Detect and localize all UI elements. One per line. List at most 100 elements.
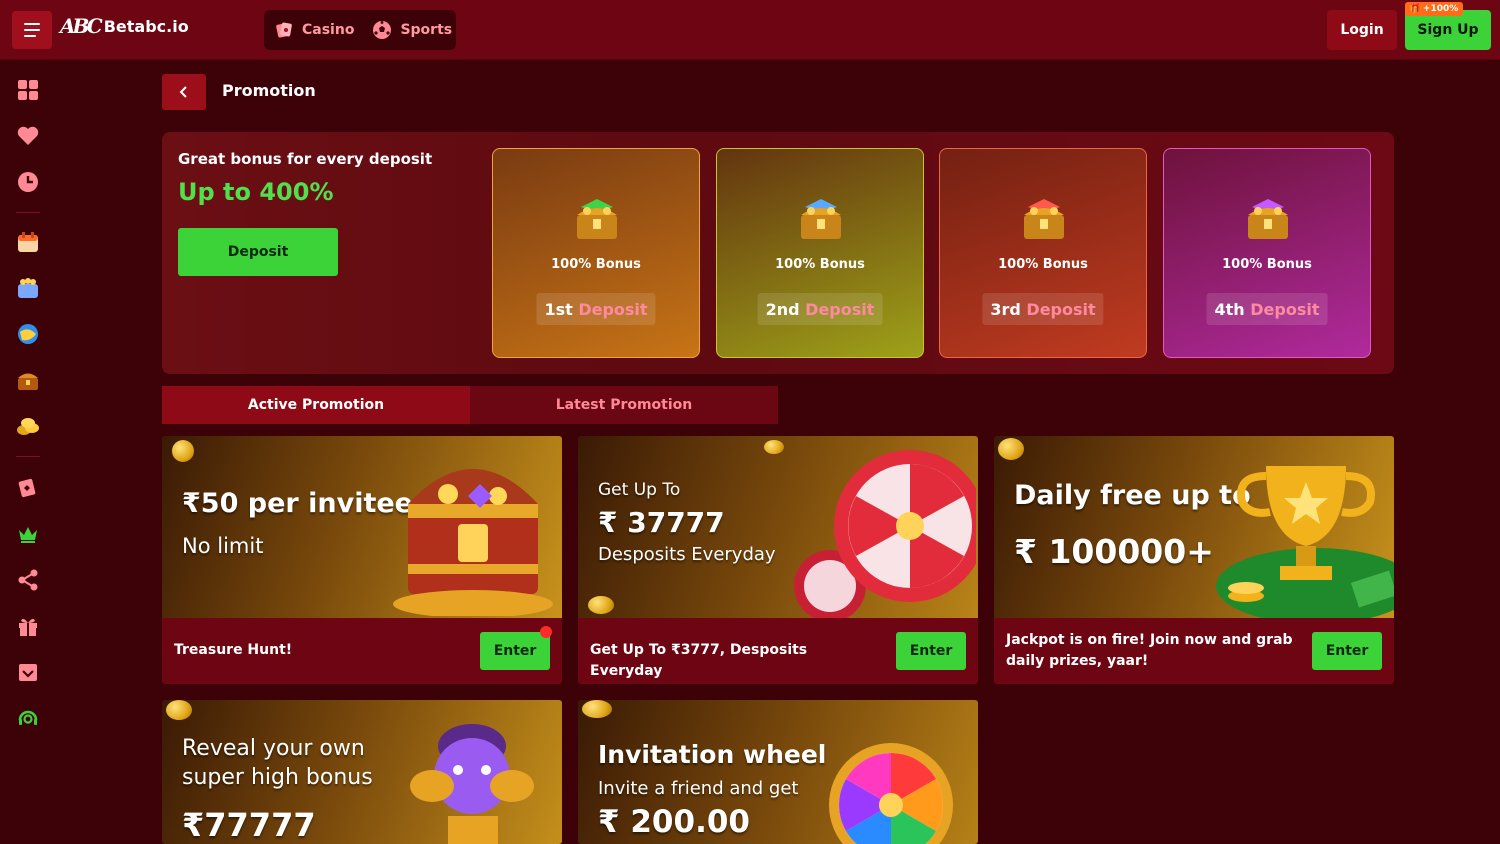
support-icon[interactable]	[16, 706, 40, 730]
treasure-chest-icon	[1248, 199, 1288, 239]
promo-banner-amount: ₹ 37777	[598, 506, 725, 539]
deposit-card-3[interactable]: 100% Bonus 3rd Deposit	[939, 148, 1147, 358]
treasure-chest-icon	[577, 199, 617, 239]
nav-sports-label: Sports	[400, 22, 453, 38]
promo-title: Get Up To ₹3777, Desposits Everyday	[590, 642, 808, 679]
deposit-word: Deposit	[1250, 299, 1320, 319]
deposit-card-label: 1st Deposit	[536, 293, 656, 325]
tab-active-promotion[interactable]: Active Promotion	[162, 386, 470, 424]
tournament-icon[interactable]	[16, 276, 40, 300]
page-title: Promotion	[222, 81, 316, 100]
inbox-icon[interactable]	[16, 660, 40, 684]
promo-banner-subline: No limit	[182, 534, 264, 558]
promo-banner-subline: Desposits Everyday	[598, 544, 776, 565]
trophy-icon	[1216, 466, 1394, 618]
deposit-card-1[interactable]: 100% Bonus 1st Deposit	[492, 148, 700, 358]
promo-title: Jackpot is on fire! Join now and grab da…	[1006, 632, 1293, 669]
deposit-card-bonus: 100% Bonus	[775, 257, 865, 272]
promo-banner[interactable]: Get Up To ₹ 37777 Desposits Everyday	[578, 436, 978, 618]
promo-card-invitation-wheel: Invitation wheel Invite a friend and get…	[578, 700, 978, 844]
coin	[172, 440, 194, 462]
enter-button[interactable]: Enter	[480, 632, 550, 670]
tab-latest-promotion[interactable]: Latest Promotion	[470, 386, 778, 424]
treasure-chest-icon	[1024, 199, 1064, 239]
crown-icon[interactable]	[16, 522, 40, 546]
deposit-ordinal: 1st	[544, 299, 573, 319]
back-button[interactable]	[162, 74, 206, 110]
promo-card-treasure-hunt: ₹50 per invitee No limit Treasure Hunt! …	[162, 436, 562, 684]
treasure-chest-icon[interactable]	[16, 368, 40, 392]
deposit-word: Deposit	[805, 299, 875, 319]
sidebar	[0, 60, 56, 844]
notification-dot	[540, 626, 552, 638]
signup-button[interactable]: Sign Up	[1405, 10, 1491, 50]
promo-banner-headline: Get Up To	[598, 480, 681, 500]
promo-banner-headline: ₹50 per invitee	[182, 488, 413, 519]
promo-banner[interactable]: Daily free up to ₹ 100000+	[994, 436, 1394, 618]
promo-title: Treasure Hunt!	[174, 642, 293, 658]
logo-mark: ABC	[60, 14, 103, 38]
calendar-promo-icon[interactable]	[16, 230, 40, 254]
treasure-chest-icon	[393, 469, 553, 616]
deposit-card-bonus: 100% Bonus	[998, 257, 1088, 272]
promo-banner[interactable]: ₹50 per invitee No limit	[162, 436, 562, 618]
prize-wheel-icon	[794, 450, 976, 618]
deposit-bonus-panel: Great bonus for every deposit Up to 400%…	[162, 132, 1394, 374]
gift-icon: 🎁	[1409, 4, 1421, 14]
menu-button[interactable]	[12, 11, 52, 49]
bonus-headline: Great bonus for every deposit	[178, 150, 433, 168]
promo-banner-amount: ₹77777	[182, 806, 316, 844]
deposit-word: Deposit	[1026, 299, 1096, 319]
coin	[166, 700, 192, 720]
nav-casino-label: Casino	[302, 22, 355, 38]
deposit-card-bonus: 100% Bonus	[1222, 257, 1312, 272]
login-button[interactable]: Login	[1327, 10, 1397, 50]
deposit-ordinal: 3rd	[990, 299, 1021, 319]
deposit-ordinal: 2nd	[765, 299, 800, 319]
genie-icon	[410, 724, 534, 844]
enter-button[interactable]: Enter	[896, 632, 966, 670]
gift-icon[interactable]	[16, 614, 40, 638]
grid-icon[interactable]	[16, 78, 40, 102]
deposit-card-2[interactable]: 100% Bonus 2nd Deposit	[716, 148, 924, 358]
promo-banner-headline: Invitation wheel	[598, 740, 827, 769]
gold-coins-icon[interactable]	[16, 414, 40, 438]
globe-game-icon[interactable]	[16, 322, 40, 346]
deposit-card-4[interactable]: 100% Bonus 4th Deposit	[1163, 148, 1371, 358]
deposit-button[interactable]: Deposit	[178, 228, 338, 276]
cards-icon[interactable]	[16, 476, 40, 500]
promo-card-reveal-bonus: Reveal your own super high bonus ₹77777	[162, 700, 562, 844]
deposit-word: Deposit	[578, 299, 648, 319]
deposit-card-label: 3rd Deposit	[982, 293, 1104, 325]
promo-banner[interactable]: Invitation wheel Invite a friend and get…	[578, 700, 978, 844]
deposit-card-bonus: 100% Bonus	[551, 257, 641, 272]
promo-banner-subline: super high bonus	[182, 765, 373, 790]
main-nav: Casino Sports	[264, 10, 456, 50]
promo-banner-headline: Reveal your own	[182, 736, 365, 761]
clock-icon[interactable]	[16, 170, 40, 194]
brand-name: Betabc.io	[103, 16, 189, 36]
coin	[588, 596, 614, 614]
color-wheel-icon	[829, 743, 953, 844]
cards-icon	[276, 22, 292, 38]
coin	[998, 438, 1024, 460]
sidebar-divider	[16, 212, 40, 213]
promo-banner[interactable]: Reveal your own super high bonus ₹77777	[162, 700, 562, 844]
nav-sports[interactable]: Sports	[372, 20, 452, 40]
signup-bonus-badge: 🎁 +100%	[1405, 2, 1463, 16]
treasure-chest-icon	[801, 199, 841, 239]
coin	[764, 440, 784, 454]
deposit-card-label: 4th Deposit	[1206, 293, 1328, 325]
top-bar: ABC Betabc.io Casino Sports Login Sign U…	[0, 0, 1500, 60]
signup-badge-text: +100%	[1422, 4, 1459, 14]
coin	[582, 700, 612, 718]
bonus-up-to: Up to 400%	[178, 178, 334, 206]
nav-casino[interactable]: Casino	[274, 20, 354, 40]
promotion-tabs: Active Promotion Latest Promotion	[162, 386, 778, 424]
heart-icon[interactable]	[16, 124, 40, 148]
share-icon[interactable]	[16, 568, 40, 592]
enter-button[interactable]: Enter	[1312, 632, 1382, 670]
logo[interactable]: ABC Betabc.io	[60, 14, 189, 38]
sidebar-divider	[16, 456, 40, 457]
promo-banner-amount: ₹ 200.00	[598, 804, 750, 840]
